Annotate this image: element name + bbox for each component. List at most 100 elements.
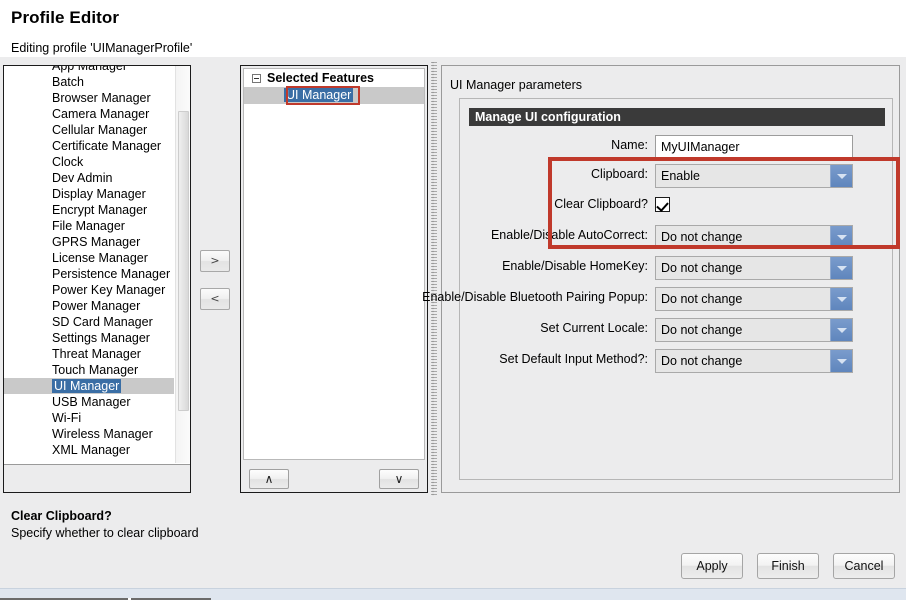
list-item-label: Power Key Manager <box>52 283 166 297</box>
chevron-down-icon[interactable] <box>830 226 852 248</box>
list-item[interactable]: Touch Manager <box>4 362 174 378</box>
list-item[interactable]: Power Key Manager <box>4 282 174 298</box>
available-features-panel: App Manager Batch Browser Manager Camera Ma… <box>3 65 191 493</box>
list-item-label: Power Manager <box>52 299 141 313</box>
tree-root-label: Selected Features <box>267 71 374 85</box>
list-item[interactable]: Certificate Manager <box>4 138 174 154</box>
name-field-wrapper <box>655 135 853 159</box>
field-row: Set Current Locale: Do not change <box>460 318 894 342</box>
list-item[interactable]: XML Manager <box>4 442 174 458</box>
list-item-label: Touch Manager <box>52 363 139 377</box>
chevron-down-icon[interactable] <box>830 319 852 341</box>
move-up-button[interactable]: ∧ <box>249 469 289 489</box>
list-item-label: Persistence Manager <box>52 267 171 281</box>
list-item-label: Camera Manager <box>52 107 150 121</box>
autocorrect-combo[interactable]: Do not change <box>655 225 853 249</box>
list-item[interactable]: Browser Manager <box>4 90 174 106</box>
field-label: Enable/Disable Bluetooth Pairing Popup: <box>422 290 648 304</box>
list-item-label: Encrypt Manager <box>52 203 148 217</box>
default-input-method-combo-wrapper: Do not change <box>655 349 853 373</box>
available-features-list-items: App Manager Batch Browser Manager Camera Ma… <box>4 66 174 458</box>
chevron-down-icon[interactable] <box>830 165 852 187</box>
cancel-button[interactable]: Cancel <box>833 553 895 579</box>
list-item-label: UI Manager <box>52 379 122 393</box>
clipboard-combo[interactable]: Enable <box>655 164 853 188</box>
list-item-label: Batch <box>52 75 84 89</box>
list-item[interactable]: Batch <box>4 74 174 90</box>
list-item[interactable]: SD Card Manager <box>4 314 174 330</box>
chevron-down-icon[interactable] <box>830 288 852 310</box>
homekey-combo[interactable]: Do not change <box>655 256 853 280</box>
default-input-method-combo[interactable]: Do not change <box>655 349 853 373</box>
list-item-label: File Manager <box>52 219 125 233</box>
list-item[interactable]: Camera Manager <box>4 106 174 122</box>
field-row: Clear Clipboard? <box>460 194 894 218</box>
selected-features-panel: Selected Features UI Manager ∧ ∨ <box>240 65 428 493</box>
tree-item-ui-manager[interactable]: UI Manager <box>244 86 424 105</box>
combo-value: Do not change <box>661 261 743 275</box>
combo-value: Do not change <box>661 323 743 337</box>
description-title: Clear Clipboard? <box>11 509 112 523</box>
list-item[interactable]: License Manager <box>4 250 174 266</box>
apply-button[interactable]: Apply <box>681 553 743 579</box>
list-item-label: App Manager <box>52 66 128 73</box>
list-item[interactable]: Cellular Manager <box>4 122 174 138</box>
manage-ui-configuration-group: Manage UI configuration Name: Clipboard: E… <box>422 98 900 480</box>
list-item[interactable]: Persistence Manager <box>4 266 174 282</box>
available-features-list[interactable]: App Manager Batch Browser Manager Camera Ma… <box>4 66 190 463</box>
clear-clipboard-checkbox[interactable] <box>655 197 670 212</box>
list-item[interactable]: USB Manager <box>4 394 174 410</box>
field-row: Enable/Disable HomeKey: Do not change <box>460 256 894 280</box>
field-row: Enable/Disable AutoCorrect: Do not change <box>460 225 894 249</box>
remove-feature-button[interactable]: < <box>200 288 230 310</box>
panel-splitter[interactable] <box>431 62 437 496</box>
page-subtitle: Editing profile 'UIManagerProfile' <box>11 41 193 55</box>
list-item[interactable]: Display Manager <box>4 186 174 202</box>
list-item-label: Dev Admin <box>52 171 113 185</box>
combo-value: Do not change <box>661 292 743 306</box>
selected-features-tree[interactable]: Selected Features UI Manager <box>243 68 425 460</box>
taskbar-strip <box>0 588 906 600</box>
list-item[interactable]: File Manager <box>4 218 174 234</box>
bluetooth-pairing-popup-combo[interactable]: Do not change <box>655 287 853 311</box>
list-item[interactable]: Wi-Fi <box>4 410 174 426</box>
field-label: Name: <box>611 138 648 152</box>
clear-clipboard-checkbox-wrapper <box>655 194 853 218</box>
combo-value: Enable <box>661 169 700 183</box>
ui-manager-parameters-panel: UI Manager parameters Manage UI configur… <box>422 65 900 493</box>
field-row: Name: <box>460 135 894 159</box>
list-item[interactable]: Settings Manager <box>4 330 174 346</box>
move-down-button[interactable]: ∨ <box>379 469 419 489</box>
field-label: Enable/Disable AutoCorrect: <box>490 228 648 242</box>
chevron-down-icon[interactable] <box>830 257 852 279</box>
list-item-label: Threat Manager <box>52 347 141 361</box>
scrollbar-thumb[interactable] <box>178 111 189 411</box>
list-item[interactable]: Dev Admin <box>4 170 174 186</box>
list-item[interactable]: App Manager <box>4 66 174 74</box>
name-field[interactable] <box>655 135 853 159</box>
list-item[interactable]: Threat Manager <box>4 346 174 362</box>
current-locale-combo[interactable]: Do not change <box>655 318 853 342</box>
field-label: Set Current Locale: <box>540 321 648 335</box>
chevron-down-icon[interactable] <box>830 350 852 372</box>
list-item-label: Wireless Manager <box>52 427 153 441</box>
list-item-label: SD Card Manager <box>52 315 153 329</box>
parameters-caption: UI Manager parameters <box>450 78 583 92</box>
available-features-scrollbar[interactable] <box>175 66 190 463</box>
clipboard-combo-wrapper: Enable <box>655 164 853 188</box>
list-item[interactable]: Wireless Manager <box>4 426 174 442</box>
list-item[interactable]: UI Manager <box>4 378 174 394</box>
list-item[interactable]: Encrypt Manager <box>4 202 174 218</box>
combo-value: Do not change <box>661 354 743 368</box>
tree-root-node[interactable]: Selected Features <box>244 69 424 87</box>
collapse-icon[interactable] <box>252 74 261 83</box>
add-feature-button[interactable]: > <box>200 250 230 272</box>
list-item[interactable]: Clock <box>4 154 174 170</box>
list-item-label: Wi-Fi <box>52 411 82 425</box>
current-locale-combo-wrapper: Do not change <box>655 318 853 342</box>
field-row: Clipboard: Enable <box>460 164 894 188</box>
list-item[interactable]: Power Manager <box>4 298 174 314</box>
list-item[interactable]: GPRS Manager <box>4 234 174 250</box>
field-label: Enable/Disable HomeKey: <box>502 259 648 273</box>
finish-button[interactable]: Finish <box>757 553 819 579</box>
